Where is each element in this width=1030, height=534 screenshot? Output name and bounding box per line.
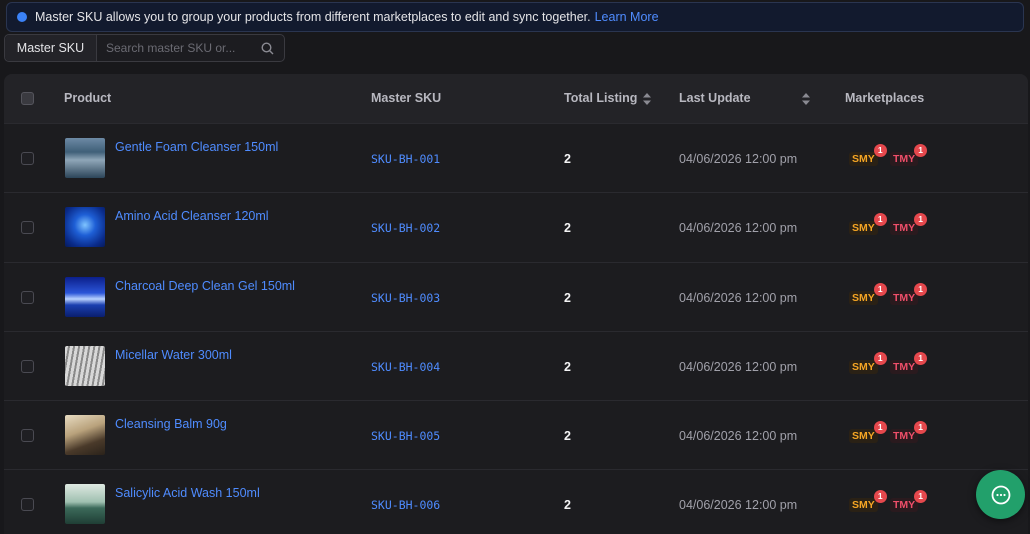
marketplace-smy-tag[interactable]: SMY 1 <box>849 421 887 444</box>
column-product: Product <box>64 91 112 105</box>
marketplace-tmy-label: TMY <box>893 360 916 373</box>
total-listing-value: 2 <box>564 498 571 513</box>
last-update-value: 04/06/2026 12:00 pm <box>679 221 798 236</box>
product-name-link[interactable]: Cleansing Balm 90g <box>115 417 227 431</box>
table-row: Gentle Foam Cleanser 150ml SKU-BH-001 2 … <box>4 123 1028 192</box>
chat-icon <box>991 485 1010 504</box>
product-name-link[interactable]: Micellar Water 300ml <box>115 348 232 362</box>
marketplace-smy-label: SMY <box>852 291 875 304</box>
marketplace-tmy-label: TMY <box>893 222 916 235</box>
banner-text: Master SKU allows you to group your prod… <box>35 10 591 24</box>
search-field-selector[interactable]: Master SKU <box>5 35 97 61</box>
last-update-value: 04/06/2026 12:00 pm <box>679 152 798 166</box>
marketplace-tmy-tag[interactable]: TMY 1 <box>890 213 928 236</box>
column-master-sku: Master SKU <box>371 91 442 105</box>
search-input[interactable] <box>97 35 284 61</box>
total-listing-value: 2 <box>564 221 571 236</box>
row-checkbox[interactable] <box>21 359 34 373</box>
marketplace-tmy-tag[interactable]: TMY 1 <box>890 421 928 444</box>
marketplace-smy-label: SMY <box>852 430 875 443</box>
row-checkbox[interactable] <box>21 290 34 304</box>
total-listing-value: 2 <box>564 429 571 444</box>
marketplace-count-badge: 1 <box>873 144 887 157</box>
table-header: Product Master SKU Total Listing Last Up… <box>4 74 1028 123</box>
marketplace-tmy-label: TMY <box>893 291 916 304</box>
column-marketplaces: Marketplaces <box>845 91 925 105</box>
chat-button[interactable] <box>976 470 1025 519</box>
table-row: Cleansing Balm 90g SKU-BH-005 2 04/06/20… <box>4 400 1028 469</box>
marketplace-smy-tag[interactable]: SMY 1 <box>849 144 887 166</box>
marketplace-smy-tag[interactable]: SMY 1 <box>849 213 887 236</box>
column-total-listing-label: Total Listing <box>564 91 638 105</box>
last-update-value: 04/06/2026 12:00 pm <box>679 429 798 444</box>
marketplace-count-badge: 1 <box>914 144 928 157</box>
total-listing-value: 2 <box>564 152 571 166</box>
master-sku-link[interactable]: SKU-BH-006 <box>371 498 440 512</box>
learn-more-link[interactable]: Learn More <box>595 10 659 24</box>
row-checkbox[interactable] <box>21 498 34 512</box>
master-sku-table: Product Master SKU Total Listing Last Up… <box>4 74 1028 534</box>
row-checkbox[interactable] <box>21 429 34 443</box>
product-thumbnail[interactable] <box>65 484 105 525</box>
marketplace-tmy-tag[interactable]: TMY 1 <box>890 144 928 166</box>
marketplace-count-badge: 1 <box>873 351 887 365</box>
marketplace-smy-tag[interactable]: SMY 1 <box>849 490 887 513</box>
search-icon[interactable] <box>261 42 274 55</box>
last-update-value: 04/06/2026 12:00 pm <box>679 290 798 305</box>
marketplace-count-badge: 1 <box>914 421 928 435</box>
marketplace-count-badge: 1 <box>914 351 928 365</box>
marketplace-count-badge: 1 <box>914 213 928 227</box>
last-update-value: 04/06/2026 12:00 pm <box>679 359 798 374</box>
product-name-link[interactable]: Salicylic Acid Wash 150ml <box>115 486 260 500</box>
select-all-checkbox[interactable] <box>21 92 34 105</box>
marketplace-tmy-tag[interactable]: TMY 1 <box>890 351 928 374</box>
marketplace-smy-label: SMY <box>852 360 875 373</box>
info-banner: Master SKU allows you to group your prod… <box>6 2 1024 32</box>
marketplace-tmy-label: TMY <box>893 430 916 443</box>
marketplace-tmy-label: TMY <box>893 153 916 165</box>
row-checkbox[interactable] <box>21 152 34 165</box>
column-last-update[interactable]: Last Update <box>679 91 751 105</box>
master-sku-link[interactable]: SKU-BH-005 <box>371 429 440 443</box>
marketplace-count-badge: 1 <box>873 213 887 227</box>
product-thumbnail[interactable] <box>65 345 105 386</box>
marketplace-count-badge: 1 <box>873 282 887 296</box>
search-bar: Master SKU <box>4 34 285 62</box>
marketplace-tmy-tag[interactable]: TMY 1 <box>890 282 928 305</box>
info-icon <box>17 12 27 22</box>
sort-icon[interactable] <box>802 93 810 105</box>
marketplace-count-badge: 1 <box>873 490 887 504</box>
marketplace-count-badge: 1 <box>873 421 887 435</box>
column-total-listing[interactable]: Total Listing <box>564 91 652 105</box>
product-name-link[interactable]: Amino Acid Cleanser 120ml <box>115 209 269 223</box>
marketplace-count-badge: 1 <box>914 282 928 296</box>
marketplace-smy-label: SMY <box>852 153 875 165</box>
table-row: Amino Acid Cleanser 120ml SKU-BH-002 2 0… <box>4 192 1028 261</box>
marketplace-smy-label: SMY <box>852 222 875 235</box>
table-row: Charcoal Deep Clean Gel 150ml SKU-BH-003… <box>4 261 1028 331</box>
total-listing-value: 2 <box>564 359 571 374</box>
table-row: Micellar Water 300ml SKU-BH-004 2 04/06/… <box>4 330 1028 400</box>
product-thumbnail[interactable] <box>65 207 105 248</box>
marketplace-smy-tag[interactable]: SMY 1 <box>849 351 887 374</box>
marketplace-smy-label: SMY <box>852 499 875 512</box>
product-thumbnail[interactable] <box>65 138 105 178</box>
product-name-link[interactable]: Gentle Foam Cleanser 150ml <box>115 140 278 154</box>
marketplace-tmy-tag[interactable]: TMY 1 <box>890 490 928 513</box>
product-thumbnail[interactable] <box>65 276 105 317</box>
table-row: Salicylic Acid Wash 150ml SKU-BH-006 2 0… <box>4 469 1028 534</box>
marketplace-tmy-label: TMY <box>893 499 916 512</box>
marketplace-smy-tag[interactable]: SMY 1 <box>849 282 887 305</box>
total-listing-value: 2 <box>564 290 571 305</box>
master-sku-link[interactable]: SKU-BH-001 <box>371 152 440 166</box>
row-checkbox[interactable] <box>21 221 34 235</box>
marketplace-count-badge: 1 <box>914 490 928 504</box>
product-name-link[interactable]: Charcoal Deep Clean Gel 150ml <box>115 279 295 293</box>
product-thumbnail[interactable] <box>65 415 105 456</box>
last-update-value: 04/06/2026 12:00 pm <box>679 498 798 513</box>
master-sku-link[interactable]: SKU-BH-003 <box>371 291 440 305</box>
master-sku-link[interactable]: SKU-BH-002 <box>371 221 440 235</box>
master-sku-link[interactable]: SKU-BH-004 <box>371 360 440 374</box>
sort-icon[interactable] <box>643 92 652 105</box>
